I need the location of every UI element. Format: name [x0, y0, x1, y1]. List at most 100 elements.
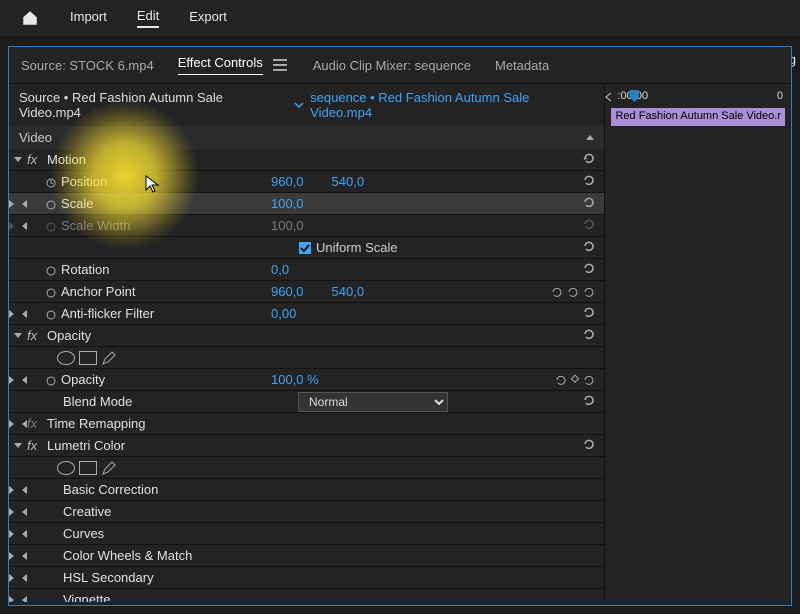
blend-mode-select[interactable]: Normal: [298, 392, 448, 412]
ellipse-mask-icon[interactable]: [57, 461, 75, 475]
twirl-right-icon[interactable]: [9, 552, 27, 560]
sequence-link[interactable]: sequence • Red Fashion Autumn Sale Video…: [310, 90, 594, 120]
lumetri-section[interactable]: Creative: [9, 501, 604, 523]
ellipse-mask-icon[interactable]: [57, 351, 75, 365]
lumetri-section[interactable]: Vignette: [9, 589, 604, 602]
effect-opacity[interactable]: fx Opacity: [9, 325, 604, 347]
lumetri-section[interactable]: HSL Secondary: [9, 567, 604, 589]
twirl-right-icon[interactable]: [9, 310, 27, 318]
properties-column: Source • Red Fashion Autumn Sale Video.m…: [9, 84, 604, 602]
reset-icon[interactable]: [582, 437, 596, 454]
prop-position[interactable]: Position 960,0 540,0: [9, 171, 604, 193]
lumetri-item-label: HSL Secondary: [63, 570, 273, 585]
anchor-label: Anchor Point: [61, 284, 271, 299]
panel-tab-metadata[interactable]: Metadata: [495, 58, 549, 73]
reset-icon[interactable]: [582, 195, 596, 212]
effect-lumetri[interactable]: fx Lumetri Color: [9, 435, 604, 457]
tab-export[interactable]: Export: [189, 9, 227, 27]
fx-badge[interactable]: fx: [27, 328, 47, 343]
position-label: Position: [61, 174, 271, 189]
scale-value[interactable]: 100,0: [271, 196, 304, 211]
twirl-right-icon[interactable]: [9, 530, 27, 538]
prop-scale-width: Scale Width 100,0: [9, 215, 604, 237]
stopwatch-icon[interactable]: [45, 286, 57, 298]
stopwatch-icon[interactable]: [45, 176, 57, 188]
twirl-right-icon[interactable]: [9, 200, 27, 208]
prop-rotation[interactable]: Rotation 0,0: [9, 259, 604, 281]
keyframe-nav[interactable]: [550, 285, 596, 299]
reset-icon[interactable]: [582, 305, 596, 322]
stopwatch-icon: [45, 220, 57, 232]
fx-badge[interactable]: fx: [27, 438, 47, 453]
panel-tab-effect-controls[interactable]: Effect Controls: [178, 55, 263, 75]
lumetri-section[interactable]: Curves: [9, 523, 604, 545]
reset-icon[interactable]: [582, 393, 596, 410]
timeline-clip[interactable]: Red Fashion Autumn Sale Video.r: [611, 108, 785, 126]
twirl-right-icon[interactable]: [9, 376, 27, 384]
reset-icon[interactable]: [582, 173, 596, 190]
prop-uniform-scale[interactable]: Uniform Scale: [9, 237, 604, 259]
rect-mask-icon[interactable]: [79, 351, 97, 365]
position-y[interactable]: 540,0: [332, 174, 365, 189]
prop-opacity[interactable]: Opacity 100,0 %: [9, 369, 604, 391]
antiflicker-value[interactable]: 0,00: [271, 306, 296, 321]
scale-label: Scale: [61, 196, 271, 211]
lumetri-label: Lumetri Color: [47, 438, 257, 453]
motion-label: Motion: [47, 152, 257, 167]
pen-mask-icon[interactable]: [101, 460, 117, 476]
tab-import[interactable]: Import: [70, 9, 107, 27]
keyframe-nav[interactable]: [554, 373, 596, 387]
cursor-icon: [145, 175, 161, 195]
effect-time-remapping[interactable]: fx Time Remapping: [9, 413, 604, 435]
twirl-right-icon[interactable]: [9, 508, 27, 516]
rect-mask-icon[interactable]: [79, 461, 97, 475]
twirl-right-icon[interactable]: [9, 574, 27, 582]
source-clip-label: Source • Red Fashion Autumn Sale Video.m…: [19, 90, 288, 120]
stopwatch-icon[interactable]: [45, 374, 57, 386]
top-menu: Import Edit Export: [0, 0, 800, 36]
panel-menu-icon[interactable]: [273, 59, 289, 71]
collapse-up-icon[interactable]: [586, 135, 594, 140]
prop-anti-flicker[interactable]: Anti-flicker Filter 0,00: [9, 303, 604, 325]
twirl-down-icon[interactable]: [14, 333, 22, 338]
dropdown-icon[interactable]: [294, 100, 304, 110]
twirl-right-icon[interactable]: [9, 420, 27, 428]
twirl-down-icon[interactable]: [14, 443, 22, 448]
lumetri-section[interactable]: Basic Correction: [9, 479, 604, 501]
lumetri-section[interactable]: Color Wheels & Match: [9, 545, 604, 567]
stopwatch-icon[interactable]: [45, 264, 57, 276]
reset-icon[interactable]: [582, 261, 596, 278]
opacity-value[interactable]: 100,0 %: [271, 372, 319, 387]
effect-controls-panel: Source: STOCK 6.mp4 Effect Controls Audi…: [8, 46, 792, 606]
reset-icon[interactable]: [582, 151, 596, 168]
twirl-right-icon[interactable]: [9, 596, 27, 603]
prop-blend-mode[interactable]: Blend Mode Normal: [9, 391, 604, 413]
tab-edit[interactable]: Edit: [137, 8, 159, 28]
rotation-value[interactable]: 0,0: [271, 262, 289, 277]
twirl-down-icon[interactable]: [14, 157, 22, 162]
opacity-effect-label: Opacity: [47, 328, 257, 343]
blend-mode-label: Blend Mode: [63, 394, 255, 409]
timeline-ruler[interactable]: :00:00 0: [605, 84, 791, 108]
time-remap-label: Time Remapping: [47, 416, 257, 431]
prop-scale[interactable]: Scale 100,0: [9, 193, 604, 215]
panel-tab-audio-mixer[interactable]: Audio Clip Mixer: sequence: [313, 58, 471, 73]
stopwatch-icon[interactable]: [45, 198, 57, 210]
twirl-right-icon[interactable]: [9, 486, 27, 494]
reset-icon[interactable]: [582, 327, 596, 344]
prop-anchor-point[interactable]: Anchor Point 960,0 540,0: [9, 281, 604, 303]
stopwatch-icon[interactable]: [45, 308, 57, 320]
scroll-left-icon[interactable]: [605, 92, 613, 102]
panel-tab-source[interactable]: Source: STOCK 6.mp4: [21, 58, 154, 73]
anchor-x[interactable]: 960,0: [271, 284, 304, 299]
home-icon[interactable]: [20, 9, 40, 27]
reset-icon[interactable]: [582, 239, 596, 256]
fx-badge[interactable]: fx: [27, 152, 47, 167]
position-x[interactable]: 960,0: [271, 174, 304, 189]
effect-motion[interactable]: fx Motion: [9, 149, 604, 171]
uniform-scale-checkbox[interactable]: [298, 241, 312, 255]
anchor-y[interactable]: 540,0: [332, 284, 365, 299]
pen-mask-icon[interactable]: [101, 350, 117, 366]
fx-badge[interactable]: fx: [27, 416, 47, 431]
effect-timeline[interactable]: :00:00 0 Red Fashion Autumn Sale Video.r: [604, 84, 791, 602]
